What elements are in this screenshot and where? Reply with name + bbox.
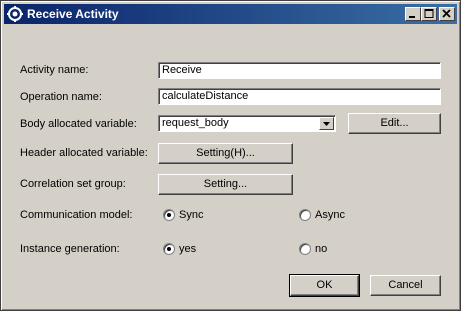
body-variable-value: request_body — [162, 117, 229, 129]
yes-radio[interactable] — [163, 243, 175, 255]
activity-name-field[interactable]: Receive — [158, 62, 441, 79]
minimize-button[interactable] — [405, 7, 421, 21]
instance-generation-label: Instance generation: — [20, 243, 120, 255]
no-radio-label[interactable]: no — [315, 243, 327, 255]
minimize-icon — [409, 16, 415, 18]
maximize-button[interactable] — [421, 7, 437, 21]
ok-button[interactable]: OK — [289, 274, 360, 297]
correlation-setting-button[interactable]: Setting... — [158, 174, 293, 195]
title-bar[interactable]: Receive Activity — [4, 4, 457, 24]
gear-icon — [7, 6, 23, 22]
cancel-button[interactable]: Cancel — [370, 275, 441, 296]
operation-name-label: Operation name: — [20, 91, 102, 103]
communication-model-label: Communication model: — [20, 209, 133, 221]
sync-radio[interactable] — [163, 209, 175, 221]
correlation-set-label: Correlation set group: — [20, 178, 126, 190]
operation-name-field[interactable]: calculateDistance — [158, 88, 441, 105]
body-variable-select[interactable]: request_body — [158, 115, 336, 132]
window-title: Receive Activity — [27, 7, 119, 21]
chevron-down-icon[interactable] — [319, 117, 334, 130]
body-variable-label: Body allocated variable: — [20, 118, 137, 130]
maximize-icon — [424, 9, 434, 18]
close-button[interactable] — [439, 7, 455, 21]
async-radio[interactable] — [299, 209, 311, 221]
close-icon — [442, 9, 451, 18]
no-radio[interactable] — [299, 243, 311, 255]
activity-name-label: Activity name: — [20, 64, 89, 76]
receive-activity-dialog: Receive Activity Activity name: Receive … — [0, 0, 461, 311]
yes-radio-label[interactable]: yes — [179, 243, 196, 255]
sync-radio-label[interactable]: Sync — [179, 209, 203, 221]
header-setting-button[interactable]: Setting(H)... — [158, 143, 293, 164]
body-edit-button[interactable]: Edit... — [348, 113, 441, 134]
header-variable-label: Header allocated variable: — [20, 147, 148, 159]
async-radio-label[interactable]: Async — [315, 209, 345, 221]
